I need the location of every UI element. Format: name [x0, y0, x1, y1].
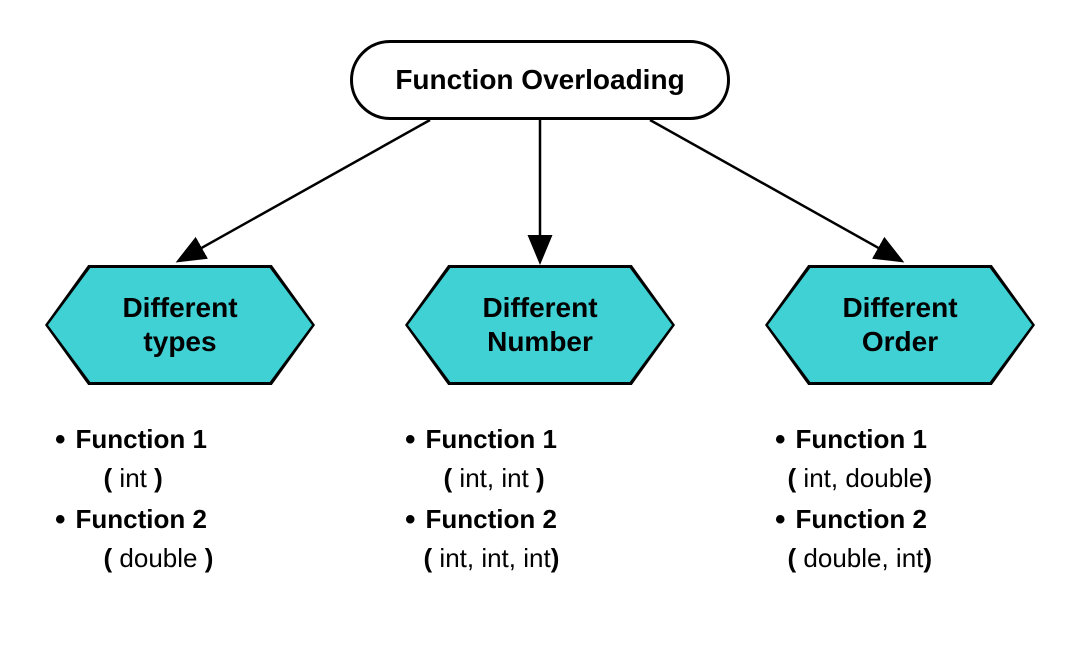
fn-params: double, int [796, 543, 923, 573]
hex1-line2: types [143, 326, 216, 357]
list-item: • Function 1 ( int, int ) [405, 420, 725, 498]
fn-params: double [112, 543, 205, 573]
bullet-icon: • [55, 500, 66, 539]
root-title: Function Overloading [395, 64, 684, 96]
bullet-icon: • [55, 420, 66, 459]
fn-params: int, int, int [432, 543, 551, 573]
hex-different-order: Different Order [765, 265, 1035, 385]
fn-name: Function 2 [796, 504, 927, 534]
root-node: Function Overloading [350, 40, 730, 120]
list-item: • Function 1 ( int, double) [775, 420, 1075, 498]
hex3-line1: Different [842, 292, 957, 323]
arrow-left [180, 120, 430, 260]
hex2-line1: Different [482, 292, 597, 323]
hex1-line1: Different [122, 292, 237, 323]
fn-params: int, int [452, 463, 536, 493]
list-order: • Function 1 ( int, double) • Function 2… [775, 420, 1075, 580]
bullet-icon: • [775, 500, 786, 539]
list-number: • Function 1 ( int, int ) • Function 2 (… [405, 420, 725, 580]
fn-name: Function 1 [426, 424, 557, 454]
fn-name: Function 2 [426, 504, 557, 534]
list-item: • Function 1 ( int ) [55, 420, 355, 498]
fn-name: Function 2 [76, 504, 207, 534]
arrow-right [650, 120, 900, 260]
hex2-line2: Number [487, 326, 593, 357]
list-item: • Function 2 ( double, int) [775, 500, 1075, 578]
bullet-icon: • [405, 420, 416, 459]
bullet-icon: • [405, 500, 416, 539]
fn-params: int, double [796, 463, 923, 493]
hex-different-number: Different Number [405, 265, 675, 385]
bullet-icon: • [775, 420, 786, 459]
fn-name: Function 1 [76, 424, 207, 454]
hex-different-types: Different types [45, 265, 315, 385]
list-item: • Function 2 ( double ) [55, 500, 355, 578]
hex3-line2: Order [862, 326, 938, 357]
list-item: • Function 2 ( int, int, int) [405, 500, 725, 578]
list-types: • Function 1 ( int ) • Function 2 ( doub… [55, 420, 355, 580]
fn-name: Function 1 [796, 424, 927, 454]
fn-params: int [112, 463, 154, 493]
